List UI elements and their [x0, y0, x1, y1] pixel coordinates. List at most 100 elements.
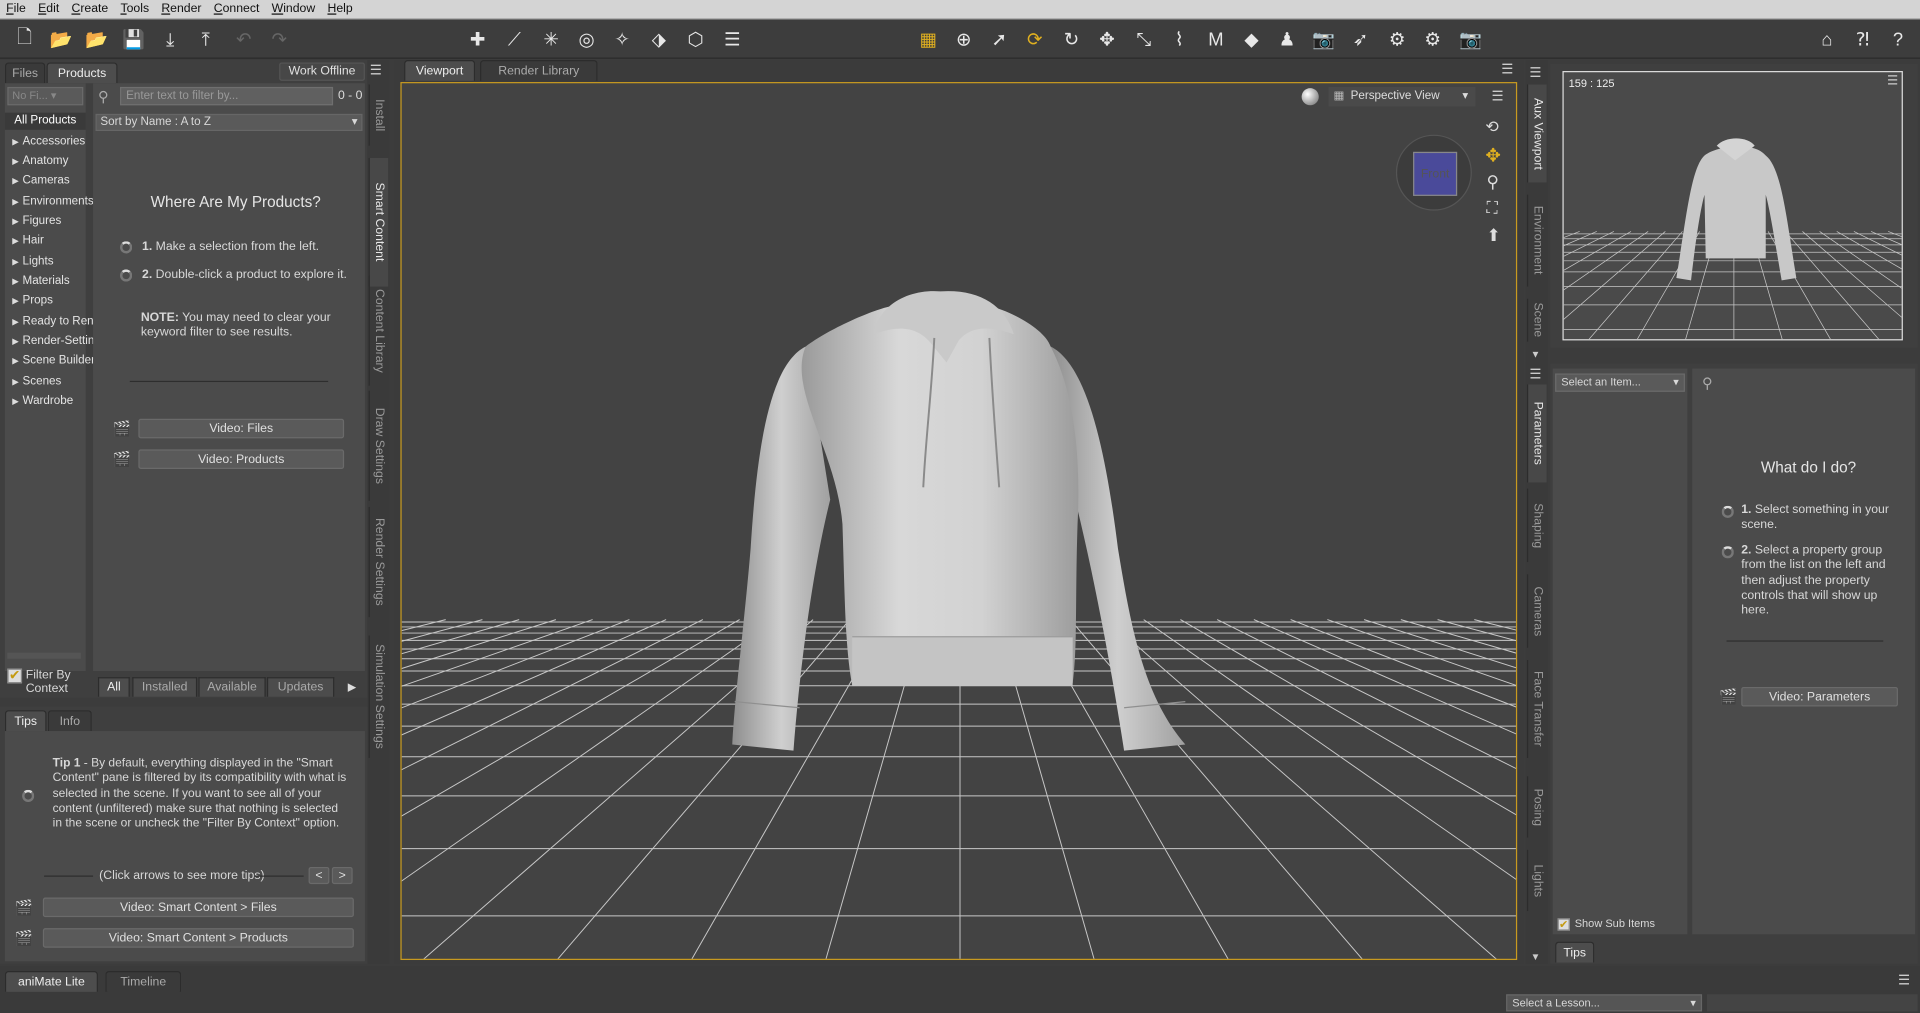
orbit-icon[interactable]: ⟲ — [1485, 118, 1498, 138]
environment-icon[interactable]: ◎ — [574, 27, 598, 51]
new-file-icon[interactable]: 🗋 — [12, 26, 36, 51]
viewport-menu-icon[interactable]: ☰ — [1491, 88, 1503, 104]
category-cameras[interactable]: Cameras — [12, 174, 70, 187]
selection-arrow-icon[interactable]: ➶ — [1348, 27, 1372, 51]
category-environments[interactable]: Environments — [12, 195, 94, 208]
home-icon[interactable]: ⌂ — [1815, 27, 1839, 51]
category-lights[interactable]: Lights — [12, 255, 54, 268]
side-tab-content-library[interactable]: Content Library — [368, 275, 389, 386]
tab-timeline[interactable]: Timeline — [105, 971, 182, 992]
rotate-orbit-icon[interactable]: ⟳ — [1022, 27, 1046, 51]
view-selector-dropdown[interactable]: ▦ Perspective View ▾ — [1328, 86, 1476, 107]
category-anatomy[interactable]: Anatomy — [12, 154, 69, 167]
vendor-filter-dropdown[interactable]: No Fi... ▾ — [7, 86, 84, 106]
pan-icon[interactable]: ✥ — [1485, 144, 1500, 167]
menu-help[interactable]: Help — [327, 2, 352, 15]
select-item-dropdown[interactable]: Select an Item... ▾ — [1555, 373, 1685, 392]
category-hair[interactable]: Hair — [12, 234, 44, 247]
tab-scroll-right-icon[interactable]: ▶ — [348, 681, 356, 694]
category-scene-builder[interactable]: Scene Builder — [12, 354, 95, 367]
category-accessories[interactable]: Accessories — [12, 135, 86, 148]
grid-icon[interactable]: ▦ — [916, 27, 940, 51]
prev-tip-button[interactable]: < — [308, 866, 330, 885]
category-figures[interactable]: Figures — [12, 214, 62, 227]
show-sub-items-checkbox[interactable]: ✔ — [1557, 918, 1570, 931]
video-files-button[interactable]: Video: Files — [138, 418, 345, 439]
merge-icon[interactable]: 📂 — [84, 27, 108, 51]
reset-view-icon[interactable]: ⬆ — [1487, 225, 1501, 246]
render-camera-icon[interactable]: 📷 — [1458, 27, 1482, 51]
geometry-icon[interactable]: ⬡ — [683, 27, 707, 51]
help-icon[interactable]: ? — [1886, 27, 1910, 51]
node-selection-icon[interactable]: ⬗ — [647, 27, 671, 51]
joint-editor-icon[interactable]: ⟋ — [502, 27, 526, 51]
side-tab-posing[interactable]: Posing — [1526, 776, 1547, 838]
side-tab-install[interactable]: Install — [368, 84, 389, 146]
side-tab-lights[interactable]: Lights — [1526, 849, 1547, 912]
side-tab-scene[interactable]: Scene — [1526, 298, 1547, 342]
work-offline-button[interactable]: Work Offline — [279, 62, 365, 81]
category-render-settings[interactable]: Render-Settin — [12, 334, 95, 347]
menu-window[interactable]: Window — [272, 2, 316, 15]
side-tab-aux-viewport[interactable]: Aux Viewport — [1526, 84, 1547, 183]
node-icon[interactable]: ✚ — [465, 27, 489, 51]
spot-icon[interactable]: ✧ — [610, 27, 634, 51]
tab-all[interactable]: All — [97, 677, 130, 697]
side-tab-shaping[interactable]: Shaping — [1526, 488, 1547, 563]
import-icon[interactable]: ⤓ — [158, 27, 182, 51]
weight-icon[interactable]: M — [1204, 27, 1228, 51]
category-wardrobe[interactable]: Wardrobe — [12, 394, 74, 407]
save-icon[interactable]: 💾 — [121, 27, 145, 51]
select-icon[interactable]: ➚ — [987, 27, 1011, 51]
pane-menu-icon[interactable]: ☰ — [370, 62, 382, 79]
surface-icon[interactable]: ◆ — [1239, 27, 1263, 51]
light-icon[interactable]: ✳ — [539, 27, 563, 51]
pane-menu-icon[interactable]: ☰ — [1529, 65, 1541, 81]
sort-dropdown[interactable]: Sort by Name : A to Z ▾ — [95, 113, 363, 132]
zoom-icon[interactable]: ⚲ — [1487, 171, 1500, 192]
tab-tips-right[interactable]: Tips — [1555, 941, 1595, 963]
bend-icon[interactable]: ⌇ — [1167, 27, 1191, 51]
aux-viewport[interactable]: 159 : 125 ☰ — [1562, 71, 1903, 341]
scale-icon[interactable]: ⤡ — [1131, 27, 1155, 51]
tab-available[interactable]: Available — [198, 677, 266, 697]
gear-icon[interactable]: ⚙ — [1385, 27, 1409, 51]
category-scenes[interactable]: Scenes — [12, 375, 62, 388]
all-products-item[interactable]: All Products — [4, 112, 86, 130]
filter-input[interactable]: Enter text to filter by... — [120, 86, 334, 106]
tab-render-library[interactable]: Render Library — [480, 60, 598, 81]
pane-menu-icon[interactable]: ☰ — [1529, 366, 1541, 382]
camera-add-icon[interactable]: 📷 — [1311, 27, 1335, 51]
video-sc-products-button[interactable]: Video: Smart Content > Products — [42, 928, 354, 948]
side-tab-parameters[interactable]: Parameters — [1526, 384, 1547, 483]
side-tab-face-transfer[interactable]: Face Transfer — [1526, 660, 1547, 758]
scroll-down-icon[interactable]: ▼ — [1531, 951, 1541, 962]
horizontal-scrollbar[interactable] — [7, 652, 81, 659]
video-parameters-button[interactable]: Video: Parameters — [1741, 686, 1898, 707]
scroll-down-icon[interactable]: ▼ — [1531, 349, 1541, 360]
tab-files[interactable]: Files — [4, 62, 46, 84]
next-tip-button[interactable]: > — [331, 866, 353, 885]
side-tab-simulation-settings[interactable]: Simulation Settings — [368, 635, 389, 758]
side-tab-cameras[interactable]: Cameras — [1526, 574, 1547, 648]
pane-menu-icon[interactable]: ☰ — [1898, 972, 1910, 988]
tab-products[interactable]: Products — [46, 62, 118, 84]
figure-icon[interactable]: ♟ — [1275, 27, 1299, 51]
side-tab-draw-settings[interactable]: Draw Settings — [368, 390, 389, 501]
export-icon[interactable]: ⤒ — [193, 27, 217, 51]
tab-info[interactable]: Info — [47, 710, 92, 732]
universal-icon[interactable]: ⊕ — [951, 27, 975, 51]
category-materials[interactable]: Materials — [12, 274, 70, 287]
pane-menu-icon[interactable]: ☰ — [1501, 61, 1513, 77]
side-tab-render-settings[interactable]: Render Settings — [368, 506, 389, 618]
tab-tips[interactable]: Tips — [4, 710, 47, 732]
tab-viewport[interactable]: Viewport — [404, 60, 476, 81]
tab-animate-lite[interactable]: aniMate Lite — [4, 971, 98, 992]
side-tab-smart-content[interactable]: Smart Content — [368, 157, 389, 287]
undo-icon[interactable]: ↶ — [231, 27, 255, 51]
rotate-icon[interactable]: ↻ — [1059, 27, 1083, 51]
menu-render[interactable]: Render — [161, 2, 201, 15]
tab-updates[interactable]: Updates — [266, 677, 335, 697]
menu-create[interactable]: Create — [71, 2, 108, 15]
menu-connect[interactable]: Connect — [214, 2, 260, 15]
